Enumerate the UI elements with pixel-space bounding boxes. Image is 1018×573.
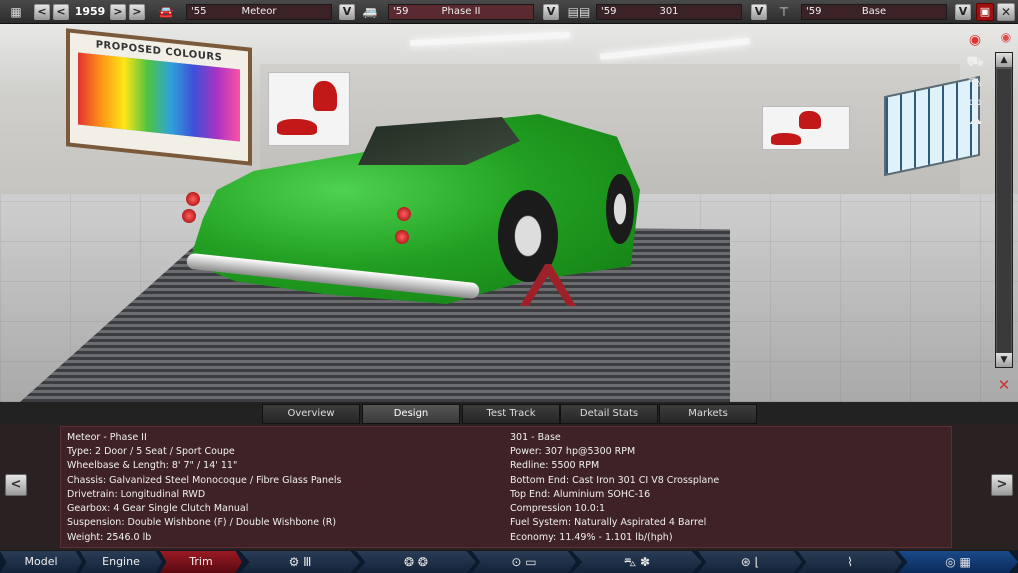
nav-chassis[interactable]: ⚙ Ⅲ [240, 551, 360, 573]
suspension-icon: ⊙ ▭ [511, 555, 537, 569]
car-side-view-icon[interactable]: ⛍ [962, 72, 988, 92]
model-name: Meteor [241, 6, 277, 17]
variant-select[interactable]: '59 Base [801, 4, 947, 20]
calendar-icon[interactable]: ▦ [6, 4, 26, 20]
engine-variant-icon: ⊤ [778, 5, 790, 19]
scroll-up-icon[interactable]: ▲ [996, 53, 1012, 67]
engine-block-icon: ▤▤ [567, 5, 591, 19]
variant-dropdown-button[interactable]: V [955, 4, 971, 20]
design-poster-right [762, 106, 850, 150]
eye-icon[interactable]: ◉ [997, 30, 1015, 44]
tab-overview[interactable]: Overview [262, 404, 360, 424]
nav-body[interactable]: ⛍ ✽ [572, 551, 702, 573]
save-icon[interactable]: ▣ [976, 3, 994, 21]
tab-detail-stats[interactable]: Detail Stats [560, 404, 658, 424]
year-first-button[interactable]: < [34, 4, 50, 20]
wheels-icon: ❂ ❂ [404, 555, 428, 569]
engine-dropdown-button[interactable]: V [751, 4, 767, 20]
taillight [397, 207, 411, 221]
variant-name: Base [861, 6, 887, 17]
car-viewport[interactable]: PROPOSED COLOURS ◉ ⛟ ⛍ ▭ ☁ ◉ ▲ ▼ ✕ [0, 24, 1018, 402]
year-prev-button[interactable]: < [53, 4, 69, 20]
info-type: Type: 2 Door / 5 Seat / Sport Coupe [67, 446, 235, 457]
model-select[interactable]: '55 Meteor [186, 4, 332, 20]
year-last-button[interactable]: > [129, 4, 145, 20]
model-dropdown-button[interactable]: V [339, 4, 355, 20]
car-model-icon: 🚘 [158, 5, 174, 19]
proposed-colours-board: PROPOSED COLOURS [66, 28, 252, 166]
tab-test-track[interactable]: Test Track [462, 404, 560, 424]
nav-trim[interactable]: Trim [160, 551, 242, 573]
taillight [182, 209, 196, 223]
spring-icon: ⌇ [847, 555, 853, 569]
taillight [395, 230, 409, 244]
tab-bar: Overview Design Test Track Detail Stats … [0, 402, 1018, 424]
chassis-view-icon[interactable]: ☁ [962, 110, 988, 130]
scroll-down-icon[interactable]: ▼ [996, 353, 1012, 367]
steering-wheel-icon: ⊛ ⌊ [740, 555, 760, 569]
info-economy: Economy: 11.49% - 1.101 lb/(hph) [510, 532, 673, 543]
gearbox-icon: ⚙ Ⅲ [288, 555, 312, 569]
close-icon[interactable]: ✕ [997, 3, 1015, 21]
bottom-navigation: Model Engine Trim ⚙ Ⅲ ❂ ❂ ⊙ ▭ ⛍ ✽ ⊛ ⌊ ⌇ … [0, 551, 1018, 573]
info-engine-name: 301 - Base [510, 432, 561, 443]
info-power: Power: 307 hp@5300 RPM [510, 446, 636, 457]
camera-icon[interactable]: ◉ [962, 30, 988, 50]
info-compression: Compression 10.0:1 [510, 503, 606, 514]
prev-page-button[interactable]: < [5, 474, 27, 496]
info-wheelbase: Wheelbase & Length: 8' 7" / 14' 11" [67, 460, 238, 471]
info-chassis: Chassis: Galvanized Steel Monocoque / Fi… [67, 475, 342, 486]
trim-name: Phase II [441, 6, 481, 17]
nav-exhaust[interactable]: ⌇ [798, 551, 902, 573]
front-wheel [606, 174, 634, 244]
colour-swatches [78, 52, 240, 142]
info-gearbox: Gearbox: 4 Gear Single Clutch Manual [67, 503, 249, 514]
info-trim-name: Meteor - Phase II [67, 432, 147, 443]
next-page-button[interactable]: > [991, 474, 1013, 496]
tab-design[interactable]: Design [362, 404, 460, 424]
toggle-lift-icon[interactable]: ✕ [994, 376, 1014, 394]
nav-suspension[interactable]: ⊙ ▭ [472, 551, 576, 573]
interior-view-icon[interactable]: ▭ [962, 92, 988, 112]
top-toolbar: ▦ < < 1959 > > 🚘 '55 Meteor V 🚐 '59 Phas… [0, 0, 1018, 24]
info-suspension: Suspension: Double Wishbone (F) / Double… [67, 517, 337, 528]
nav-model[interactable]: Model [0, 551, 82, 573]
trim-icon: 🚐 [362, 5, 378, 19]
nav-wheels[interactable]: ❂ ❂ [356, 551, 476, 573]
info-redline: Redline: 5500 RPM [510, 460, 600, 471]
info-drivetrain: Drivetrain: Longitudinal RWD [67, 489, 206, 500]
checkered-flag-icon: ◎ ▦ [945, 555, 971, 569]
design-poster [268, 72, 350, 146]
engine-select[interactable]: '59 301 [596, 4, 742, 20]
tab-markets[interactable]: Markets [659, 404, 757, 424]
trim-select[interactable]: '59 Phase II [388, 4, 534, 20]
engine-name: 301 [659, 6, 679, 17]
vertical-scrollbar[interactable]: ▲ ▼ [995, 52, 1013, 368]
taillight [186, 192, 200, 206]
design-info-panel: Meteor - Phase II Type: 2 Door / 5 Seat … [60, 426, 952, 548]
year-value: 1959 [74, 5, 106, 18]
nav-interior[interactable]: ⊛ ⌊ [698, 551, 802, 573]
info-area: Meteor - Phase II Type: 2 Door / 5 Seat … [0, 424, 1018, 550]
trim-dropdown-button[interactable]: V [543, 4, 559, 20]
info-weight: Weight: 2546.0 lb [67, 532, 152, 543]
scroll-track[interactable] [997, 69, 1011, 359]
nav-testing[interactable]: ◎ ▦ [898, 551, 1018, 573]
car-front-view-icon[interactable]: ⛟ [962, 52, 988, 72]
nav-engine[interactable]: Engine [80, 551, 162, 573]
info-top-end: Top End: Aluminium SOHC-16 [510, 489, 651, 500]
car-body-icon: ⛍ ✽ [623, 555, 651, 569]
year-next-button[interactable]: > [110, 4, 126, 20]
info-fuel-system: Fuel System: Naturally Aspirated 4 Barre… [510, 517, 707, 528]
info-bottom-end: Bottom End: Cast Iron 301 CI V8 Crosspla… [510, 475, 720, 486]
